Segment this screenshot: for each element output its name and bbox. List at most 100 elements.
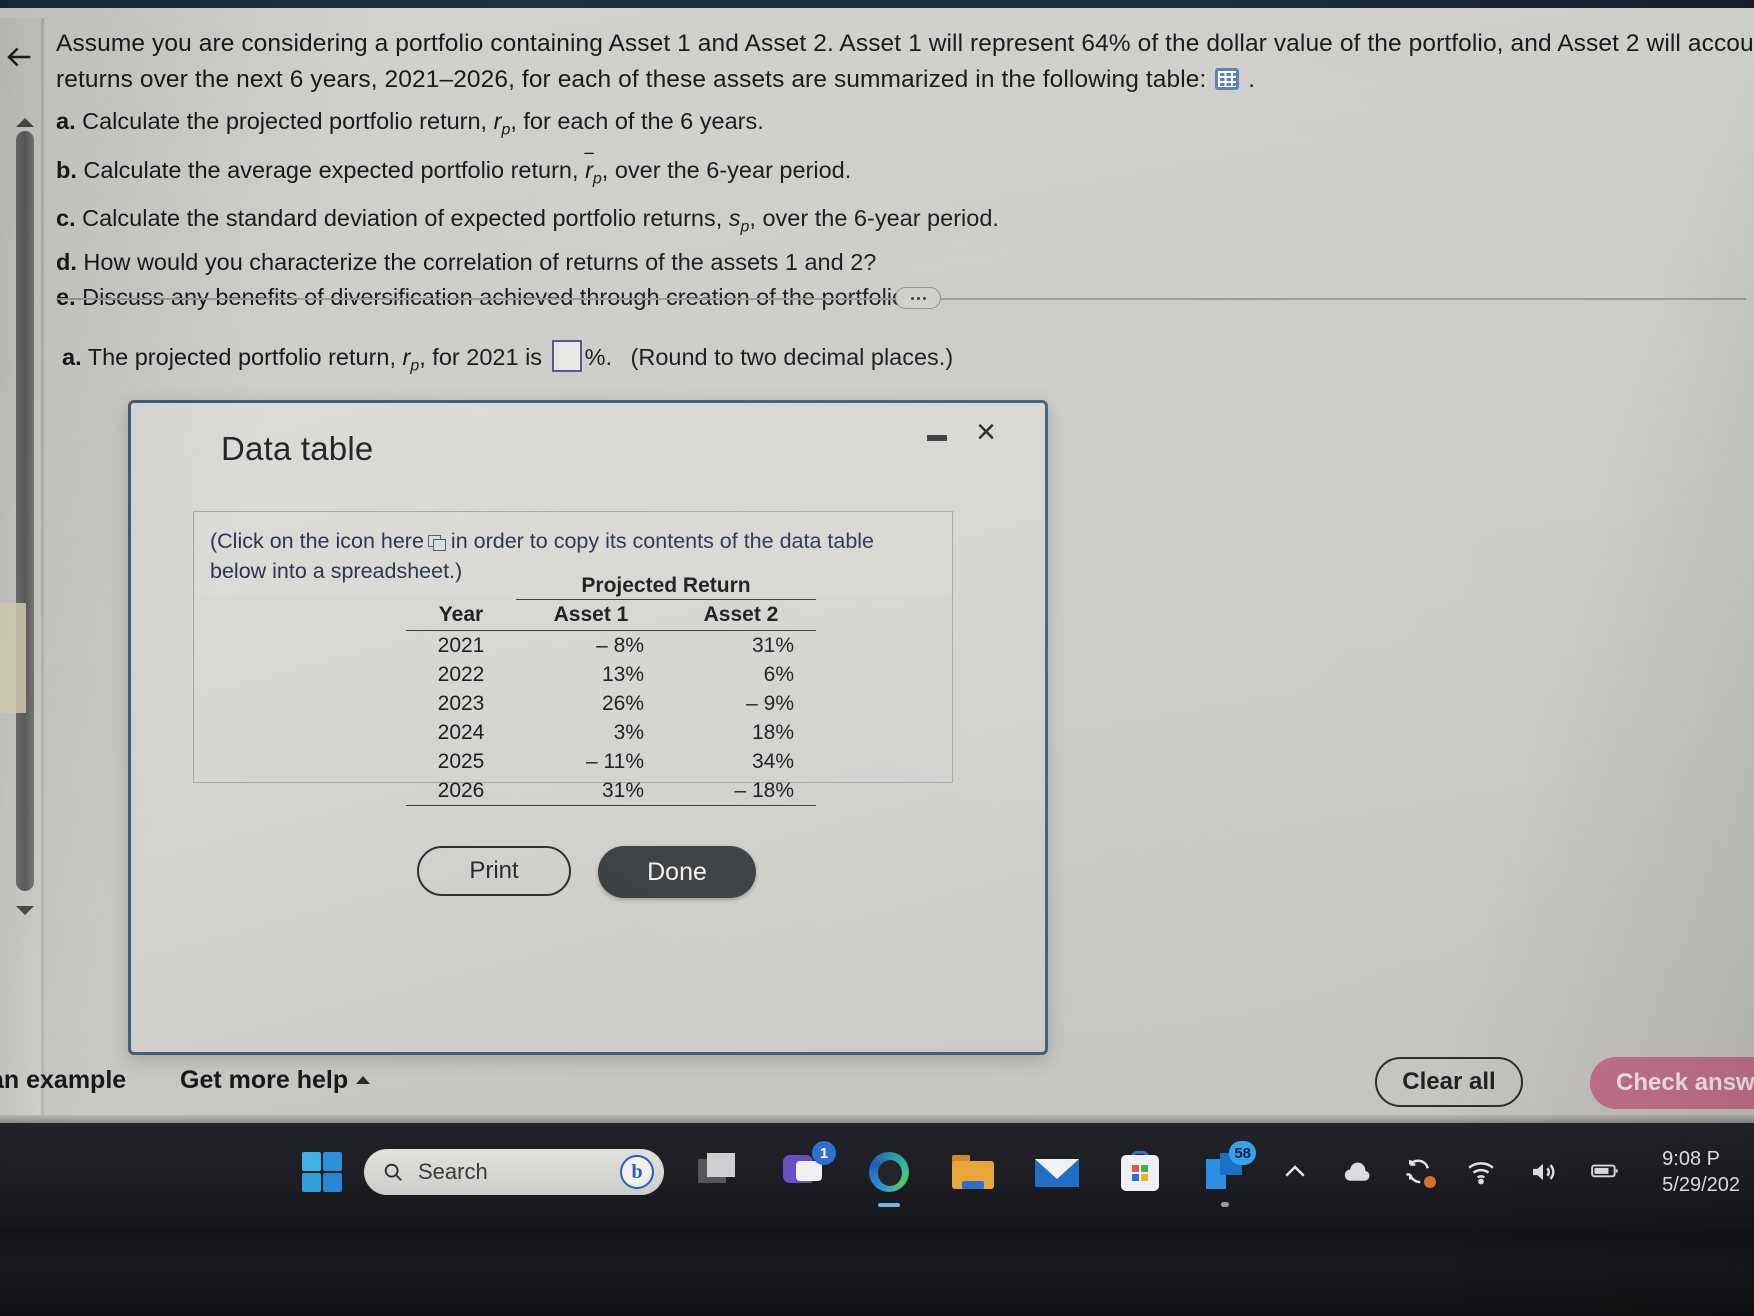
clock-time: 9:08 P xyxy=(1662,1148,1720,1170)
copy-note-text-pre: (Click on the icon here xyxy=(210,529,424,553)
question-item-d-text: How would you characterize the correlati… xyxy=(83,249,877,276)
copy-icon[interactable] xyxy=(427,535,446,551)
view-example-link[interactable]: an example xyxy=(0,1066,126,1095)
question-item-c: c. Calculate the standard deviation of e… xyxy=(56,202,1754,244)
cell-asset1: – 8% xyxy=(596,634,644,657)
table-group-header: Projected Return xyxy=(516,571,816,600)
answer-prompt-text-mid: , for 2021 is xyxy=(419,344,543,370)
wifi-icon[interactable] xyxy=(1466,1157,1496,1187)
windows-taskbar: Search b 1 58 9:08 P 5/29/202 xyxy=(0,1115,1754,1231)
scroll-down-arrow[interactable] xyxy=(16,906,34,915)
question-item-a-text-post: , for each of the 6 years. xyxy=(510,108,764,134)
cell-asset2: 34% xyxy=(751,750,794,773)
back-arrow-icon[interactable] xyxy=(2,40,36,74)
task-view-icon[interactable] xyxy=(698,1149,744,1195)
problem-paragraph-line-2-period: . xyxy=(1248,66,1256,93)
cell-asset1: – 11% xyxy=(586,750,644,773)
question-item-b-label: b. xyxy=(56,156,77,183)
clock-date: 5/29/202 xyxy=(1662,1174,1740,1196)
browser-page-area: Assume you are considering a portfolio c… xyxy=(0,8,1754,1123)
cell-year: 2024 xyxy=(437,721,485,744)
search-input[interactable]: Search b xyxy=(364,1149,664,1195)
battery-icon[interactable] xyxy=(1590,1157,1620,1187)
photographed-screen: Assume you are considering a portfolio c… xyxy=(0,0,1754,1316)
answer-prompt-label: a. xyxy=(62,344,82,370)
cell-asset1: 13% xyxy=(601,663,644,686)
taskbar-center-group: Search b 1 58 xyxy=(300,1135,1256,1209)
table-row: 2023 26% – 9% xyxy=(406,689,816,718)
teams-badge: 1 xyxy=(812,1141,836,1165)
caret-up-icon xyxy=(356,1076,371,1084)
tray-overflow-chevron-icon[interactable] xyxy=(1280,1157,1310,1187)
grid-table-icon[interactable] xyxy=(1215,68,1240,90)
problem-paragraph-line-1: Assume you are considering a portfolio c… xyxy=(56,30,1754,57)
clock[interactable]: 9:08 P 5/29/202 xyxy=(1662,1146,1740,1198)
close-icon[interactable]: × xyxy=(965,411,1007,453)
dialog-title: Data table xyxy=(221,430,374,467)
table-row: 2026 31% – 18% xyxy=(406,776,816,806)
question-item-c-symbol: s xyxy=(728,205,741,232)
cell-asset2: 31% xyxy=(751,634,794,657)
get-more-help-button[interactable]: Get more help xyxy=(180,1066,371,1095)
copilot-icon[interactable]: b xyxy=(620,1155,654,1189)
sync-icon[interactable] xyxy=(1404,1157,1437,1188)
cell-asset2: – 18% xyxy=(734,779,794,802)
answer-unit: %. xyxy=(584,344,613,370)
speaker-icon[interactable] xyxy=(1528,1157,1558,1187)
answer-rounding-hint: (Round to two decimal places.) xyxy=(630,344,954,370)
screen-edge-glare xyxy=(0,603,26,713)
print-button[interactable]: Print xyxy=(417,846,571,896)
cell-year: 2025 xyxy=(437,750,485,773)
table-col-year: Year xyxy=(438,602,484,626)
mail-icon[interactable] xyxy=(1034,1149,1080,1195)
question-item-c-text-post: , over the 6-year period. xyxy=(749,205,999,232)
cell-asset2: – 9% xyxy=(746,692,794,715)
file-explorer-icon[interactable] xyxy=(950,1149,996,1195)
question-item-c-label: c. xyxy=(56,205,76,232)
cloud-icon[interactable] xyxy=(1342,1157,1372,1187)
below-screen-area xyxy=(0,1231,1754,1316)
problem-paragraph-line-2-text: returns over the next 6 years, 2021–2026… xyxy=(56,66,1207,93)
cell-asset1: 3% xyxy=(613,721,644,744)
question-item-b-text: Calculate the average expected portfolio… xyxy=(83,156,586,183)
edge-icon[interactable] xyxy=(866,1149,912,1207)
done-button[interactable]: Done xyxy=(598,846,756,898)
minimize-icon[interactable] xyxy=(927,435,947,441)
outlook-icon[interactable]: 58 xyxy=(1202,1141,1256,1207)
answer-input-field[interactable] xyxy=(551,340,582,372)
scroll-up-arrow[interactable] xyxy=(16,118,34,127)
check-answer-button[interactable]: Check answer xyxy=(1590,1057,1754,1109)
data-table-panel: Projected Return Year Asset 1 Asset 2 20… xyxy=(193,571,953,806)
question-item-b-subscript: p xyxy=(592,170,602,188)
expand-ellipsis-button[interactable] xyxy=(895,287,941,309)
problem-paragraph-line-2: returns over the next 6 years, 2021–2026… xyxy=(56,62,1754,98)
vertical-scrollbar-thumb[interactable] xyxy=(16,131,34,891)
table-col-asset2: Asset 2 xyxy=(703,603,779,626)
question-item-a-text: Calculate the projected portfolio return… xyxy=(82,108,494,134)
problem-statement: Assume you are considering a portfolio c… xyxy=(56,26,1754,314)
answer-prompt-subscript: p xyxy=(410,357,420,375)
question-item-c-text: Calculate the standard deviation of expe… xyxy=(82,205,729,232)
answer-prompt-a: a. The projected portfolio return, rp, f… xyxy=(62,340,953,376)
rail-divider xyxy=(41,18,43,1123)
projected-return-table: Projected Return Year Asset 1 Asset 2 20… xyxy=(406,571,816,806)
cell-year: 2023 xyxy=(437,692,485,715)
microsoft-store-icon[interactable] xyxy=(1118,1149,1164,1195)
system-tray: 9:08 P 5/29/202 xyxy=(1280,1135,1754,1209)
teams-icon[interactable]: 1 xyxy=(782,1141,836,1195)
left-scroll-rail xyxy=(0,18,44,1123)
cell-asset2: 18% xyxy=(751,721,794,744)
question-item-d: d. How would you characterize the correl… xyxy=(56,246,1754,279)
cell-asset1: 26% xyxy=(601,692,644,715)
clear-all-button[interactable]: Clear all xyxy=(1375,1057,1523,1107)
question-item-b-text-post: , over the 6-year period. xyxy=(601,156,852,183)
cell-year: 2021 xyxy=(437,634,485,657)
cell-asset2: 6% xyxy=(763,663,794,686)
question-item-b: b. Calculate the average expected portfo… xyxy=(56,154,1754,196)
question-item-a-subscript: p xyxy=(501,121,511,139)
get-more-help-label: Get more help xyxy=(180,1066,349,1094)
table-row: 2024 3% 18% xyxy=(406,718,816,747)
table-row: 2025 – 11% 34% xyxy=(406,747,816,776)
answer-prompt-text: The projected portfolio return, xyxy=(87,344,403,370)
start-button[interactable] xyxy=(300,1150,344,1194)
